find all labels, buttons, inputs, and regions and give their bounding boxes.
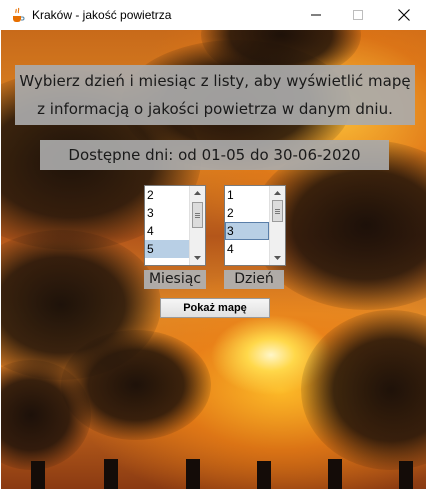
day-list-items: 1 2 3 4 xyxy=(225,186,269,258)
list-item[interactable]: 3 xyxy=(145,204,189,222)
chimney xyxy=(257,461,271,489)
scroll-down-arrow[interactable] xyxy=(190,251,205,265)
available-dates-panel: Dostępne dni: od 01-05 do 30-06-2020 xyxy=(40,140,389,170)
day-list[interactable]: 1 2 3 4 xyxy=(224,185,286,266)
list-item[interactable]: 4 xyxy=(145,222,189,240)
day-list-scrollbar[interactable] xyxy=(269,186,285,265)
minimize-icon xyxy=(311,14,321,16)
month-list-scrollbar[interactable] xyxy=(189,186,205,265)
list-item[interactable]: 2 xyxy=(225,204,269,222)
chimney xyxy=(104,459,118,489)
list-item-selected[interactable]: 5 xyxy=(145,240,189,258)
list-item[interactable]: 4 xyxy=(225,240,269,258)
title-bar[interactable]: Kraków - jakość powietrza xyxy=(0,0,427,30)
list-item[interactable]: 2 xyxy=(145,186,189,204)
scroll-down-arrow[interactable] xyxy=(270,251,285,265)
maximize-button[interactable] xyxy=(335,0,381,30)
chevron-up-icon xyxy=(274,191,281,195)
chevron-down-icon xyxy=(194,256,201,260)
smoke-cloud xyxy=(301,310,426,470)
close-button[interactable] xyxy=(381,0,427,30)
list-item[interactable]: 1 xyxy=(225,186,269,204)
window-title: Kraków - jakość powietrza xyxy=(32,8,172,22)
month-list[interactable]: 2 3 4 5 xyxy=(144,185,206,266)
chevron-down-icon xyxy=(274,256,281,260)
month-label: Miesiąc xyxy=(144,270,206,289)
background-image: Wybierz dzień i miesiąc z listy, aby wyś… xyxy=(1,30,426,489)
scroll-up-arrow[interactable] xyxy=(270,186,285,200)
scroll-up-arrow[interactable] xyxy=(190,186,205,200)
instructions-line-2: z informacją o jakości powietrza w danym… xyxy=(37,100,393,118)
minimize-button[interactable] xyxy=(293,0,339,30)
instructions-panel: Wybierz dzień i miesiąc z listy, aby wyś… xyxy=(15,65,415,125)
list-item-selected[interactable]: 3 xyxy=(225,222,269,240)
available-dates-text: Dostępne dni: od 01-05 do 30-06-2020 xyxy=(68,146,361,164)
scroll-thumb[interactable] xyxy=(192,202,203,228)
chimney xyxy=(328,459,342,489)
chimney xyxy=(186,459,200,489)
maximize-icon xyxy=(353,10,363,20)
instructions-line-1: Wybierz dzień i miesiąc z listy, aby wyś… xyxy=(19,72,411,90)
day-label: Dzień xyxy=(224,270,284,289)
chimney xyxy=(399,461,413,489)
close-icon xyxy=(398,9,410,21)
month-list-items: 2 3 4 5 xyxy=(145,186,189,258)
chevron-up-icon xyxy=(194,191,201,195)
chimney xyxy=(31,461,45,489)
scroll-thumb[interactable] xyxy=(272,200,283,222)
app-window: Kraków - jakość powietrza Wybierz dzień xyxy=(0,0,427,489)
show-map-button[interactable]: Pokaż mapę xyxy=(160,298,270,318)
java-cup-icon xyxy=(10,7,26,23)
